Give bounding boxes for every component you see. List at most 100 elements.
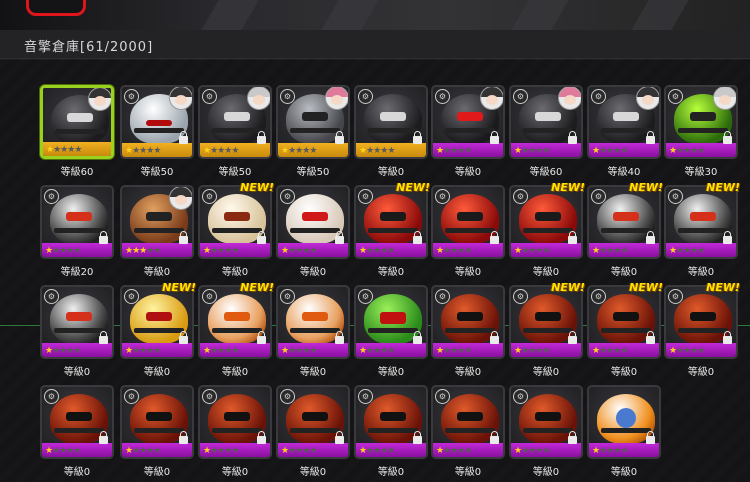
weapon-card[interactable]: ★★★★★ ⚙ 等級40 bbox=[587, 85, 665, 178]
lock-icon[interactable] bbox=[568, 231, 577, 244]
weapon-card[interactable]: ★★★★★ ⚙ 等級30 bbox=[664, 85, 742, 178]
lock-icon[interactable] bbox=[568, 131, 577, 144]
weapon-card[interactable]: ★★★★★ ⚙ 等級60 bbox=[509, 85, 587, 178]
weapon-tile[interactable]: ★★★★★ ⚙ bbox=[198, 185, 272, 259]
weapon-card[interactable]: ★★★★★ ⚙ 等級0 bbox=[120, 385, 198, 478]
weapon-card[interactable]: ★★★★★ ⚙ 等級0 bbox=[198, 385, 276, 478]
weapon-tile[interactable]: ★★★★★ ⚙ bbox=[587, 185, 661, 259]
weapon-card[interactable]: ★★★★★ ⚙ 等級0 bbox=[354, 285, 432, 378]
weapon-card[interactable]: ★★★★★ ⚙ 等級0 bbox=[509, 385, 587, 478]
lock-icon[interactable] bbox=[413, 231, 422, 244]
weapon-tile[interactable]: ★★★★★ ⚙ bbox=[354, 385, 428, 459]
lock-icon[interactable] bbox=[490, 131, 499, 144]
lock-icon[interactable] bbox=[646, 231, 655, 244]
weapon-card[interactable]: ★★★★★ ⚙ 等級50 bbox=[120, 85, 198, 178]
weapon-tile[interactable]: ★★★★★ ⚙ bbox=[276, 185, 350, 259]
weapon-card[interactable]: ★★★★★ ⚙ NEW! 等級0 bbox=[587, 181, 665, 278]
weapon-tile[interactable]: ★★★★★ ⚙ bbox=[354, 285, 428, 359]
weapon-tile[interactable]: ★★★★★ ⚙ bbox=[276, 85, 350, 159]
lock-icon[interactable] bbox=[413, 131, 422, 144]
lock-icon[interactable] bbox=[179, 431, 188, 444]
weapon-tile[interactable]: ★★★★★ ⚙ bbox=[431, 385, 505, 459]
weapon-tile[interactable]: ★★★★★ ⚙ bbox=[664, 185, 738, 259]
lock-icon[interactable] bbox=[335, 431, 344, 444]
weapon-card[interactable]: ★★★★★ ⚙ NEW! 等級0 bbox=[120, 281, 198, 378]
weapon-tile[interactable]: ★★★★★ ⚙ bbox=[664, 285, 738, 359]
lock-icon[interactable] bbox=[490, 431, 499, 444]
lock-icon[interactable] bbox=[568, 431, 577, 444]
weapon-card[interactable]: ★★★★★ 等級0 bbox=[120, 185, 198, 278]
lock-icon[interactable] bbox=[335, 131, 344, 144]
lock-icon[interactable] bbox=[646, 431, 655, 444]
weapon-card[interactable]: ★★★★★ ⚙ NEW! 等級0 bbox=[354, 181, 432, 278]
weapon-tile[interactable]: ★★★★★ ⚙ bbox=[587, 285, 661, 359]
weapon-tile[interactable]: ★★★★★ ⚙ bbox=[509, 285, 583, 359]
weapon-tile[interactable]: ★★★★★ ⚙ bbox=[120, 285, 194, 359]
lock-icon[interactable] bbox=[179, 231, 188, 244]
weapon-card[interactable]: ★★★★★ ⚙ NEW! 等級0 bbox=[587, 281, 665, 378]
weapon-tile[interactable]: ★★★★★ ⚙ bbox=[509, 385, 583, 459]
weapon-tile[interactable]: ★★★★★ ⚙ bbox=[40, 285, 114, 359]
weapon-tile[interactable]: ★★★★★ ⚙ bbox=[354, 185, 428, 259]
weapon-card[interactable]: ★★★★★ ⚙ 等級0 bbox=[431, 185, 509, 278]
weapon-card[interactable]: ★★★★★ ⚙ 等級50 bbox=[276, 85, 354, 178]
weapon-tile-selected[interactable]: ★★★★★ bbox=[40, 85, 114, 159]
lock-icon[interactable] bbox=[646, 331, 655, 344]
weapon-card[interactable]: ★★★★★ ⚙ 等級0 bbox=[276, 285, 354, 378]
weapon-tile[interactable]: ★★★★★ ⚙ bbox=[40, 185, 114, 259]
lock-icon[interactable] bbox=[490, 231, 499, 244]
lock-icon[interactable] bbox=[335, 331, 344, 344]
lock-icon[interactable] bbox=[723, 131, 732, 144]
weapon-card[interactable]: ★★★★★ 等級0 bbox=[587, 385, 665, 478]
weapon-tile[interactable]: ★★★★★ ⚙ bbox=[664, 85, 738, 159]
weapon-tile[interactable]: ★★★★★ bbox=[587, 385, 661, 459]
weapon-tile[interactable]: ★★★★★ ⚙ bbox=[198, 285, 272, 359]
weapon-card[interactable]: ★★★★★ ⚙ 等級0 bbox=[276, 385, 354, 478]
weapon-tile[interactable]: ★★★★★ ⚙ bbox=[276, 285, 350, 359]
weapon-tile[interactable]: ★★★★★ ⚙ bbox=[40, 385, 114, 459]
lock-icon[interactable] bbox=[723, 331, 732, 344]
lock-icon[interactable] bbox=[723, 231, 732, 244]
lock-icon[interactable] bbox=[257, 431, 266, 444]
weapon-tile[interactable]: ★★★★★ ⚙ bbox=[276, 385, 350, 459]
lock-icon[interactable] bbox=[568, 331, 577, 344]
lock-icon[interactable] bbox=[257, 131, 266, 144]
lock-icon[interactable] bbox=[179, 331, 188, 344]
weapon-tile[interactable]: ★★★★★ ⚙ bbox=[431, 85, 505, 159]
lock-icon[interactable] bbox=[99, 431, 108, 444]
lock-icon[interactable] bbox=[257, 331, 266, 344]
weapon-tile[interactable]: ★★★★★ ⚙ bbox=[431, 285, 505, 359]
lock-icon[interactable] bbox=[413, 331, 422, 344]
weapon-card[interactable]: ★★★★★ ⚙ NEW! 等級0 bbox=[664, 181, 742, 278]
weapon-card[interactable]: ★★★★★ ⚙ 等級0 bbox=[40, 385, 118, 478]
weapon-card[interactable]: ★★★★★ 等級60 bbox=[40, 85, 118, 178]
lock-icon[interactable] bbox=[413, 431, 422, 444]
weapon-tile[interactable]: ★★★★★ ⚙ bbox=[198, 85, 272, 159]
weapon-card[interactable]: ★★★★★ ⚙ NEW! 等級0 bbox=[198, 181, 276, 278]
weapon-card[interactable]: ★★★★★ ⚙ 等級20 bbox=[40, 185, 118, 278]
weapon-card[interactable]: ★★★★★ ⚙ 等級0 bbox=[354, 385, 432, 478]
weapon-tile[interactable]: ★★★★★ ⚙ bbox=[509, 85, 583, 159]
weapon-card[interactable]: ★★★★★ ⚙ NEW! 等級0 bbox=[664, 281, 742, 378]
weapon-card[interactable]: ★★★★★ ⚙ NEW! 等級0 bbox=[509, 181, 587, 278]
weapon-card[interactable]: ★★★★★ ⚙ NEW! 等級0 bbox=[198, 281, 276, 378]
weapon-card[interactable]: ★★★★★ ⚙ 等級0 bbox=[431, 385, 509, 478]
weapon-tile[interactable]: ★★★★★ ⚙ bbox=[431, 185, 505, 259]
weapon-tile[interactable]: ★★★★★ bbox=[120, 185, 194, 259]
lock-icon[interactable] bbox=[335, 231, 344, 244]
lock-icon[interactable] bbox=[99, 231, 108, 244]
lock-icon[interactable] bbox=[646, 131, 655, 144]
weapon-tile[interactable]: ★★★★★ ⚙ bbox=[120, 385, 194, 459]
weapon-tile[interactable]: ★★★★★ ⚙ bbox=[587, 85, 661, 159]
weapon-card[interactable]: ★★★★★ ⚙ 等級0 bbox=[354, 85, 432, 178]
weapon-card[interactable]: ★★★★★ ⚙ 等級0 bbox=[40, 285, 118, 378]
back-button[interactable] bbox=[26, 0, 86, 16]
weapon-card[interactable]: ★★★★★ ⚙ 等級50 bbox=[198, 85, 276, 178]
lock-icon[interactable] bbox=[257, 231, 266, 244]
weapon-tile[interactable]: ★★★★★ ⚙ bbox=[198, 385, 272, 459]
weapon-card[interactable]: ★★★★★ ⚙ 等級0 bbox=[276, 185, 354, 278]
weapon-tile[interactable]: ★★★★★ ⚙ bbox=[509, 185, 583, 259]
weapon-card[interactable]: ★★★★★ ⚙ NEW! 等級0 bbox=[509, 281, 587, 378]
weapon-tile[interactable]: ★★★★★ ⚙ bbox=[120, 85, 194, 159]
lock-icon[interactable] bbox=[99, 331, 108, 344]
